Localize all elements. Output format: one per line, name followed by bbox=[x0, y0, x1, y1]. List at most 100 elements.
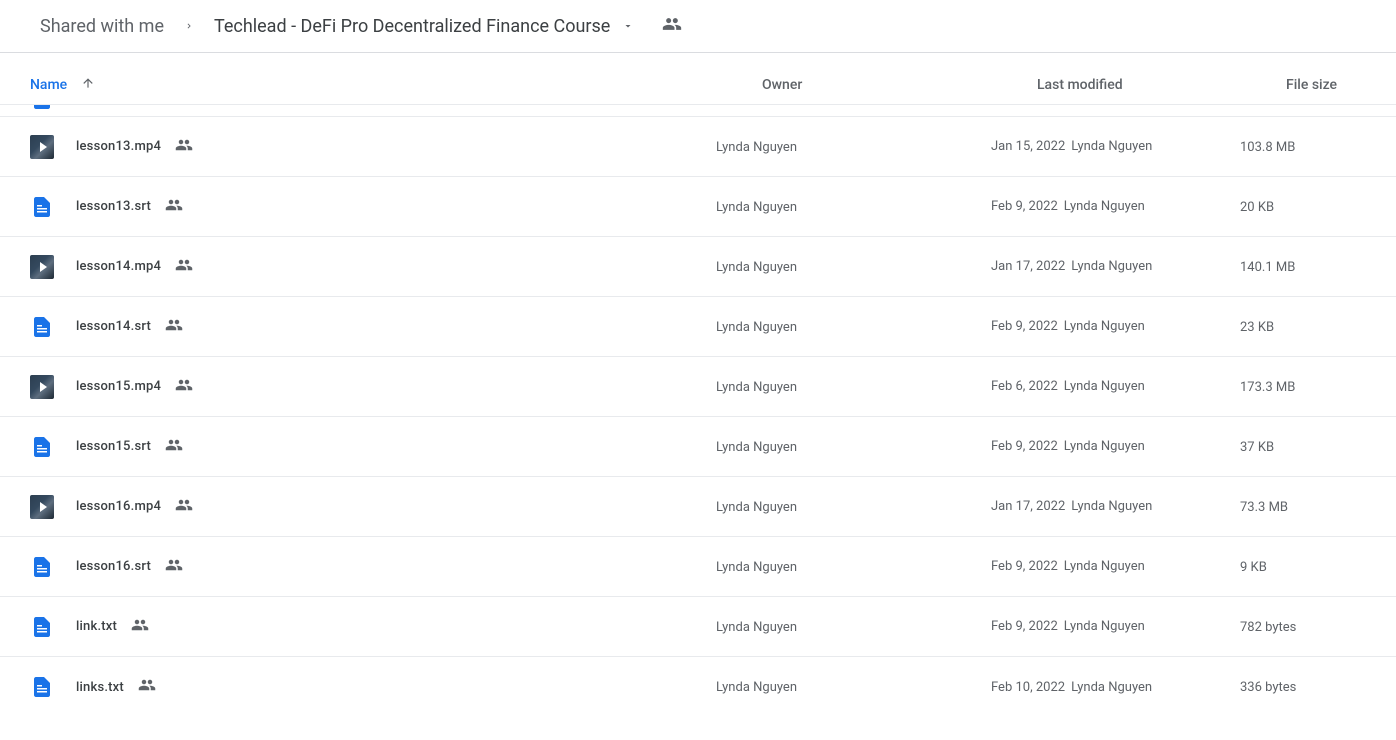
size-label: 336 bytes bbox=[1240, 680, 1296, 695]
video-file-icon bbox=[30, 255, 54, 279]
size-cell: 23 KB bbox=[1240, 319, 1378, 335]
video-file-icon bbox=[30, 495, 54, 519]
owner-label: Lynda Nguyen bbox=[716, 620, 797, 635]
modified-by-label: Lynda Nguyen bbox=[1064, 199, 1145, 214]
modified-cell: Jan 15, 2022 Lynda Nguyen bbox=[991, 139, 1240, 154]
table-row[interactable]: lesson15.mp4 Lynda Nguyen Feb 6, 2022 Ly… bbox=[0, 357, 1396, 417]
video-file-icon bbox=[30, 135, 54, 159]
size-label: 103.8 MB bbox=[1240, 140, 1295, 155]
size-cell: 9 KB bbox=[1240, 559, 1378, 575]
owner-cell: Lynda Nguyen bbox=[716, 679, 991, 695]
modified-cell: Feb 9, 2022 Lynda Nguyen bbox=[991, 319, 1240, 334]
modified-by-label: Lynda Nguyen bbox=[1071, 139, 1152, 154]
modified-cell: Feb 9, 2022 Lynda Nguyen bbox=[991, 439, 1240, 454]
size-cell: 73.3 MB bbox=[1240, 499, 1378, 515]
modified-cell: Feb 6, 2022 Lynda Nguyen bbox=[991, 379, 1240, 394]
people-icon bbox=[165, 316, 183, 338]
owner-cell: Lynda Nguyen bbox=[716, 139, 991, 155]
document-file-icon bbox=[30, 195, 54, 219]
file-name-label: lesson16.srt bbox=[76, 559, 151, 574]
modified-by-label: Lynda Nguyen bbox=[1064, 619, 1145, 634]
size-label: 9 KB bbox=[1240, 560, 1267, 575]
table-row[interactable]: links.txt Lynda Nguyen Feb 10, 2022 Lynd… bbox=[0, 657, 1396, 717]
size-cell: 336 bytes bbox=[1240, 679, 1378, 695]
breadcrumb: Shared with me Techlead - DeFi Pro Decen… bbox=[0, 0, 1396, 53]
modified-column-header[interactable]: Last modified bbox=[1037, 77, 1123, 93]
people-icon bbox=[175, 496, 193, 518]
breadcrumb-current-folder[interactable]: Techlead - DeFi Pro Decentralized Financ… bbox=[206, 12, 642, 41]
file-list: lesson12.srt Lynda Nguyen Feb 9, 2022 Ly… bbox=[0, 105, 1396, 717]
owner-label: Lynda Nguyen bbox=[716, 500, 797, 515]
table-row[interactable]: lesson14.mp4 Lynda Nguyen Jan 17, 2022 L… bbox=[0, 237, 1396, 297]
file-name-label: link.txt bbox=[76, 619, 117, 634]
owner-cell: Lynda Nguyen bbox=[716, 559, 991, 575]
owner-label: Lynda Nguyen bbox=[716, 140, 797, 155]
people-icon bbox=[175, 256, 193, 278]
file-name-label: lesson14.srt bbox=[76, 319, 151, 334]
modified-cell: Feb 9, 2022 Lynda Nguyen bbox=[991, 559, 1240, 574]
modified-cell: Jan 17, 2022 Lynda Nguyen bbox=[991, 499, 1240, 514]
table-row[interactable]: lesson15.srt Lynda Nguyen Feb 9, 2022 Ly… bbox=[0, 417, 1396, 477]
owner-cell: Lynda Nguyen bbox=[716, 259, 991, 275]
document-file-icon bbox=[30, 315, 54, 339]
owner-column-header[interactable]: Owner bbox=[762, 77, 802, 93]
file-name-label: lesson13.mp4 bbox=[76, 139, 161, 154]
file-name-cell: lesson15.mp4 bbox=[30, 375, 716, 399]
table-row[interactable]: link.txt Lynda Nguyen Feb 9, 2022 Lynda … bbox=[0, 597, 1396, 657]
people-icon bbox=[165, 105, 183, 110]
size-cell: 20 KB bbox=[1240, 199, 1378, 215]
modified-by-label: Lynda Nguyen bbox=[1064, 379, 1145, 394]
file-name-cell: lesson14.srt bbox=[30, 315, 716, 339]
modified-date-label: Feb 9, 2022 bbox=[991, 439, 1058, 454]
document-file-icon bbox=[30, 555, 54, 579]
modified-date-label: Feb 9, 2022 bbox=[991, 619, 1058, 634]
people-icon bbox=[165, 436, 183, 458]
name-column-header[interactable]: Name bbox=[30, 77, 67, 93]
size-cell: 37 KB bbox=[1240, 439, 1378, 455]
table-row[interactable]: lesson16.srt Lynda Nguyen Feb 9, 2022 Ly… bbox=[0, 537, 1396, 597]
modified-date-label: Feb 9, 2022 bbox=[991, 199, 1058, 214]
modified-date-label: Jan 17, 2022 bbox=[991, 259, 1065, 274]
owner-label: Lynda Nguyen bbox=[716, 440, 797, 455]
owner-cell: Lynda Nguyen bbox=[716, 619, 991, 635]
file-name-label: links.txt bbox=[76, 680, 124, 695]
table-row[interactable]: lesson16.mp4 Lynda Nguyen Jan 17, 2022 L… bbox=[0, 477, 1396, 537]
chevron-down-icon bbox=[622, 16, 634, 37]
file-name-cell: lesson15.srt bbox=[30, 435, 716, 459]
file-name-cell: lesson12.srt bbox=[30, 105, 716, 111]
size-label: 23 KB bbox=[1240, 320, 1274, 335]
table-row[interactable]: lesson13.mp4 Lynda Nguyen Jan 15, 2022 L… bbox=[0, 117, 1396, 177]
size-cell: 103.8 MB bbox=[1240, 139, 1378, 155]
file-name-cell: lesson13.srt bbox=[30, 195, 716, 219]
file-name-cell: lesson13.mp4 bbox=[30, 135, 716, 159]
file-name-label: lesson14.mp4 bbox=[76, 259, 161, 274]
document-file-icon bbox=[30, 435, 54, 459]
modified-cell: Feb 9, 2022 Lynda Nguyen bbox=[991, 199, 1240, 214]
owner-cell: Lynda Nguyen bbox=[716, 439, 991, 455]
chevron-right-icon bbox=[184, 21, 194, 31]
file-name-cell: link.txt bbox=[30, 615, 716, 639]
owner-cell: Lynda Nguyen bbox=[716, 379, 991, 395]
document-file-icon bbox=[30, 615, 54, 639]
people-icon bbox=[165, 556, 183, 578]
file-name-label: lesson15.srt bbox=[76, 439, 151, 454]
table-row[interactable]: lesson13.srt Lynda Nguyen Feb 9, 2022 Ly… bbox=[0, 177, 1396, 237]
people-icon bbox=[175, 376, 193, 398]
owner-cell: Lynda Nguyen bbox=[716, 199, 991, 215]
modified-date-label: Feb 9, 2022 bbox=[991, 559, 1058, 574]
size-cell: 140.1 MB bbox=[1240, 259, 1378, 275]
table-row[interactable]: lesson14.srt Lynda Nguyen Feb 9, 2022 Ly… bbox=[0, 297, 1396, 357]
modified-date-label: Jan 17, 2022 bbox=[991, 499, 1065, 514]
people-icon[interactable] bbox=[662, 14, 682, 38]
owner-label: Lynda Nguyen bbox=[716, 320, 797, 335]
breadcrumb-parent[interactable]: Shared with me bbox=[32, 12, 172, 41]
owner-label: Lynda Nguyen bbox=[716, 560, 797, 575]
table-row[interactable]: lesson12.srt Lynda Nguyen Feb 9, 2022 Ly… bbox=[0, 105, 1396, 117]
file-name-label: lesson12.srt bbox=[76, 105, 151, 107]
modified-date-label: Jan 15, 2022 bbox=[991, 139, 1065, 154]
modified-date-label: Feb 6, 2022 bbox=[991, 379, 1058, 394]
size-column-header[interactable]: File size bbox=[1286, 77, 1337, 93]
arrow-up-icon[interactable] bbox=[81, 76, 95, 94]
owner-label: Lynda Nguyen bbox=[716, 680, 797, 695]
people-icon bbox=[165, 196, 183, 218]
